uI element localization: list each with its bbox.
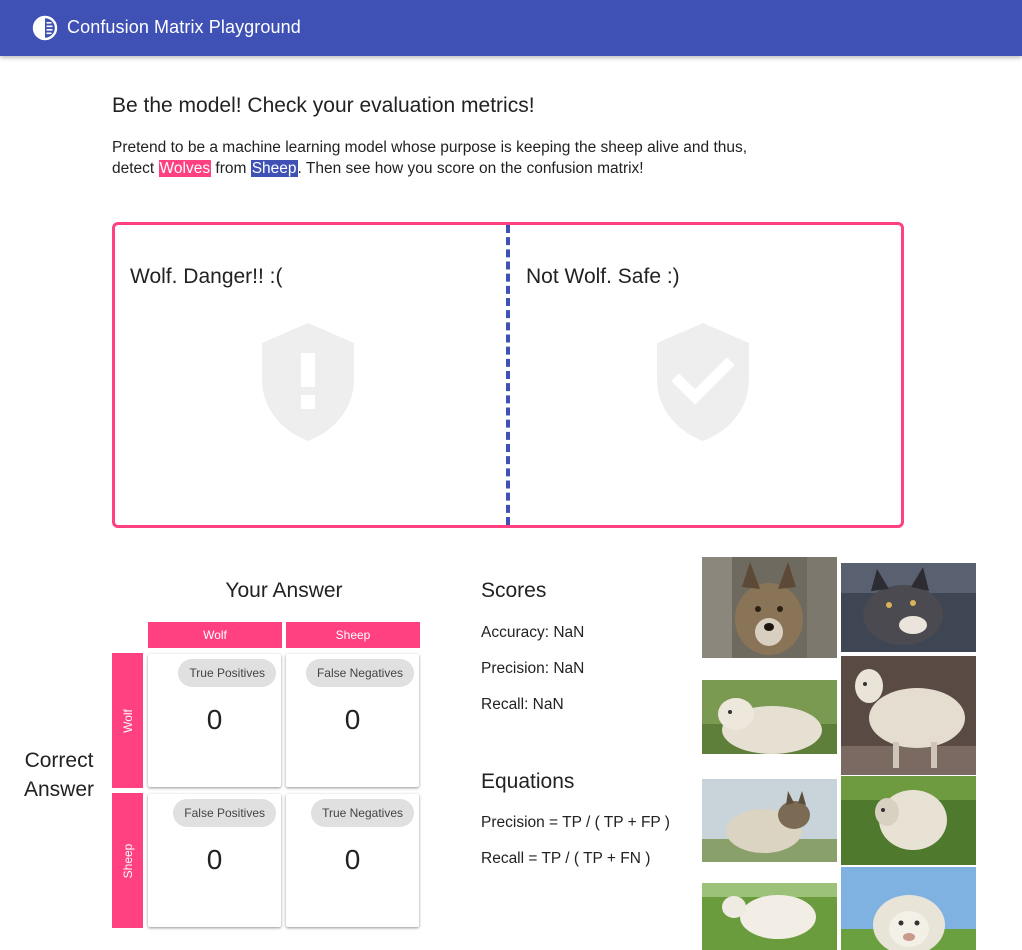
accuracy-score: Accuracy: NaN <box>481 624 585 641</box>
false-negatives-chip: False Negatives <box>305 659 414 687</box>
column-header-wolf: Wolf <box>148 622 282 648</box>
false-positives-count: 0 <box>206 844 223 875</box>
sheep-photo-1[interactable] <box>702 680 837 754</box>
scores-title: Scores <box>481 579 547 602</box>
true-positives-chip: True Positives <box>178 659 276 687</box>
intro-paragraph: Pretend to be a machine learning model w… <box>112 137 752 179</box>
true-positives-count: 0 <box>206 704 223 735</box>
correct-answer-title: Correct Answer <box>14 746 104 804</box>
page-heading: Be the model! Check your evaluation metr… <box>112 94 535 117</box>
precision-equation: Precision = TP / ( TP + FP ) <box>481 814 670 831</box>
matrix-cell-false-negatives: False Negatives 0 <box>286 654 419 787</box>
correct-answer-line2: Answer <box>23 778 95 801</box>
sheep-image <box>841 867 976 950</box>
matrix-cell-false-positives: False Positives 0 <box>148 794 281 927</box>
sheep-photo-3[interactable] <box>841 776 976 865</box>
intro-text-after: . Then see how you score on the confusio… <box>297 160 644 177</box>
precision-score: Precision: NaN <box>481 660 585 677</box>
app-bar: Confusion Matrix Playground <box>0 0 1022 56</box>
true-negatives-count: 0 <box>344 844 361 875</box>
wolf-photo-1[interactable] <box>702 557 837 658</box>
column-header-sheep: Sheep <box>286 622 420 648</box>
sheep-photo-2[interactable] <box>841 656 976 775</box>
sheep-image <box>702 883 837 950</box>
true-negatives-chip: True Negatives <box>311 799 414 827</box>
sheep-photo-5[interactable] <box>841 867 976 950</box>
sheep-image <box>841 776 976 865</box>
shield-alert-icon <box>262 323 354 441</box>
recall-equation: Recall = TP / ( TP + FN ) <box>481 850 651 867</box>
sheep-highlight: Sheep <box>250 160 298 177</box>
sheep-image <box>702 680 837 754</box>
wolf-image <box>702 557 837 658</box>
wolf-image <box>702 779 837 862</box>
safe-dropzone[interactable]: Not Wolf. Safe :) <box>509 225 901 525</box>
row-header-sheep-label: Sheep <box>120 843 135 878</box>
false-positives-chip: False Positives <box>173 799 276 827</box>
recall-score: Recall: NaN <box>481 696 564 713</box>
safe-dropzone-label: Not Wolf. Safe :) <box>526 265 680 288</box>
wolf-dropzone[interactable]: Wolf. Danger!! :( <box>115 225 506 525</box>
equations-title: Equations <box>481 770 575 793</box>
wolf-dropzone-label: Wolf. Danger!! :( <box>130 265 283 288</box>
wolf-photo-2[interactable] <box>841 563 976 652</box>
correct-answer-line1: Correct <box>24 749 94 772</box>
matrix-cell-true-negatives: True Negatives 0 <box>286 794 419 927</box>
matrix-cell-true-positives: True Positives 0 <box>148 654 281 787</box>
row-header-sheep: Sheep <box>112 793 143 928</box>
contrast-circle-icon <box>32 15 58 41</box>
sheep-image <box>841 656 976 775</box>
intro-text-middle: from <box>211 160 251 177</box>
wolf-in-sheep-photo[interactable] <box>702 779 837 862</box>
row-header-wolf: Wolf <box>112 653 143 788</box>
sheep-photo-4[interactable] <box>702 883 837 950</box>
app-title: Confusion Matrix Playground <box>67 17 301 37</box>
shield-check-icon <box>657 323 749 441</box>
row-header-wolf-label: Wolf <box>120 708 135 733</box>
wolf-image <box>841 563 976 652</box>
your-answer-title: Your Answer <box>225 579 343 602</box>
false-negatives-count: 0 <box>344 704 361 735</box>
classification-dropzones: Wolf. Danger!! :( Not Wolf. Safe :) <box>112 222 904 528</box>
wolves-highlight: Wolves <box>158 160 212 177</box>
